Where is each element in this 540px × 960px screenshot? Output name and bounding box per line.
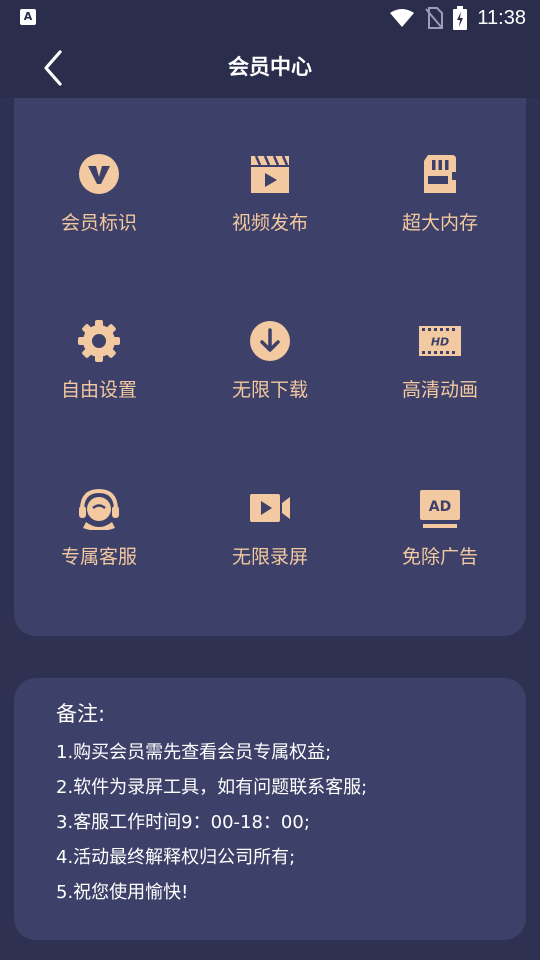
svg-text:HD: HD: [431, 336, 449, 349]
svg-text:AD: AD: [429, 499, 451, 515]
feature-label: 专属客服: [60, 546, 137, 568]
feature-label: 高清动画: [401, 379, 478, 401]
feature-unlimited-download[interactable]: 无限下载: [185, 319, 355, 439]
notes-card: 备注: 1.购买会员需先查看会员专属权益; 2.软件为录屏工具，如有问题联系客服…: [14, 678, 526, 940]
gear-icon: [78, 320, 120, 362]
status-icons: 11:38: [389, 4, 526, 32]
notes-title: 备注:: [56, 702, 106, 726]
video-camera-icon: [250, 494, 290, 522]
feature-unlimited-recording[interactable]: 无限录屏: [185, 486, 355, 606]
feature-label: 超大内存: [401, 212, 478, 234]
feature-hd-animation[interactable]: HD 高清动画: [355, 319, 525, 439]
notes-list: 1.购买会员需先查看会员专属权益; 2.软件为录屏工具，如有问题联系客服; 3.…: [56, 740, 367, 915]
status-time: 11:38: [477, 6, 526, 29]
download-icon: [250, 321, 290, 361]
features-card: 会员标识 视频发布 超大内存 自由设置 无限下载 HD 高清动画 专属客服 无限…: [14, 98, 526, 636]
feature-video-publish[interactable]: 视频发布: [185, 152, 355, 272]
no-sim-icon: [425, 7, 444, 29]
status-bar: A 11:38: [0, 0, 540, 36]
feature-ad-free[interactable]: AD 免除广告: [355, 486, 525, 606]
headset-icon: [79, 488, 119, 530]
app-bar: 会员中心: [0, 36, 540, 98]
sd-card-icon: [424, 155, 456, 193]
vip-v-icon: [79, 154, 119, 194]
page-title: 会员中心: [228, 55, 312, 79]
note-item: 3.客服工作时间9：00-18：00;: [56, 812, 310, 833]
feature-label: 会员标识: [60, 212, 137, 234]
wifi-icon: [390, 9, 415, 27]
feature-label: 免除广告: [401, 546, 478, 568]
feature-free-settings[interactable]: 自由设置: [14, 319, 184, 439]
battery-charging-icon: [453, 6, 468, 30]
feature-label: 无限录屏: [231, 546, 308, 568]
ad-icon: AD: [420, 490, 460, 528]
note-item: 1.购买会员需先查看会员专属权益;: [56, 742, 332, 763]
video-clapper-icon: [251, 155, 289, 193]
note-item: 2.软件为录屏工具，如有问题联系客服;: [56, 777, 368, 798]
note-item: 4.活动最终解释权归公司所有;: [56, 847, 296, 868]
chevron-left-icon: [44, 50, 62, 86]
feature-vip-badge[interactable]: 会员标识: [14, 152, 184, 272]
feature-label: 自由设置: [60, 379, 137, 401]
feature-large-storage[interactable]: 超大内存: [355, 152, 525, 272]
hd-film-icon: HD: [419, 326, 461, 356]
note-item: 5.祝您使用愉快!: [56, 882, 189, 903]
feature-exclusive-service[interactable]: 专属客服: [14, 486, 184, 606]
back-button[interactable]: [34, 48, 74, 88]
feature-label: 视频发布: [231, 212, 308, 234]
feature-label: 无限下载: [231, 379, 308, 401]
app-notification-icon: A: [20, 9, 36, 25]
